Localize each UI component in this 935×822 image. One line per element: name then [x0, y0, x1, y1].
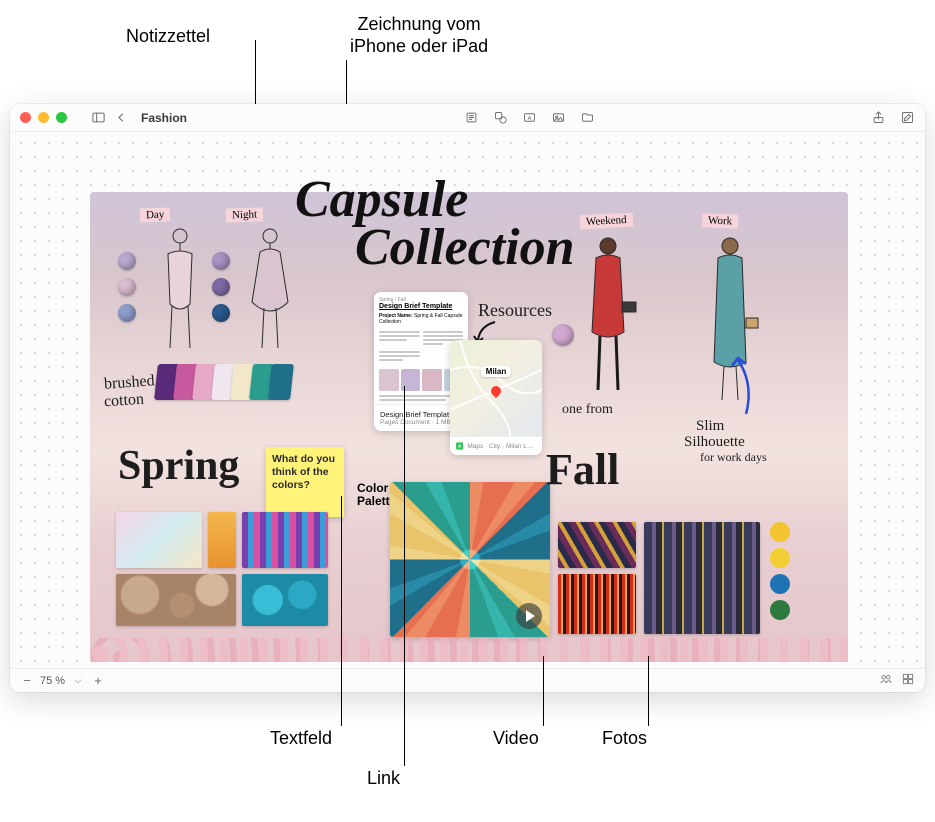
sketch-day — [150, 224, 210, 354]
handwriting: one from — [562, 402, 613, 418]
swatch-dot — [118, 304, 136, 322]
handwriting-fall: Fall — [546, 444, 619, 495]
palette-dot — [770, 574, 790, 594]
photo[interactable] — [242, 512, 328, 568]
swatch-dot — [552, 324, 574, 346]
play-icon[interactable] — [516, 603, 542, 629]
link-card-map[interactable]: Milan Maps · City · Milan Lom… — [450, 340, 542, 455]
minimize-button[interactable] — [38, 112, 49, 123]
callout-video-label: Video — [493, 728, 539, 750]
callouts-bottom: Textfeld Link Video Fotos — [0, 692, 935, 822]
zoom-in-button[interactable]: + — [91, 673, 105, 688]
callout-link-label: Link — [367, 768, 400, 790]
callout-line — [341, 496, 342, 726]
zoom-level[interactable]: 75 % — [40, 675, 65, 687]
handwriting-brushed: brushed — [103, 372, 155, 393]
callout-photos-label: Fotos — [602, 728, 647, 750]
zoom-menu-chevron-icon[interactable]: ⌵ — [71, 675, 85, 686]
palette-dot — [770, 522, 790, 542]
collaboration-icon[interactable] — [879, 672, 893, 689]
insert-note-icon[interactable] — [464, 110, 479, 125]
fullscreen-button[interactable] — [56, 112, 67, 123]
app-window: Fashion A — [10, 104, 925, 692]
map-preview: Milan — [450, 340, 542, 436]
svg-text:Collection: Collection — [355, 219, 575, 276]
window-controls — [20, 112, 67, 123]
back-button[interactable] — [114, 110, 129, 125]
video[interactable] — [390, 482, 550, 637]
tag-night: Night — [226, 207, 264, 222]
map-subtitle: Maps · City · Milan Lom… — [467, 443, 536, 450]
callout-line — [404, 386, 405, 766]
insert-file-icon[interactable] — [580, 110, 595, 125]
callout-sticky-label: Notizzettel — [126, 26, 210, 48]
doc-title: Design Brief Template — [379, 303, 463, 310]
insert-shape-icon[interactable] — [493, 110, 508, 125]
sidebar-toggle-icon[interactable] — [91, 110, 106, 125]
handwriting-cotton: cotton — [103, 391, 144, 412]
titlebar: Fashion A — [10, 104, 925, 132]
callout-textfield-label: Textfeld — [270, 728, 332, 750]
zoom-control: − 75 % ⌵ + — [20, 673, 105, 688]
compose-icon[interactable] — [900, 110, 915, 125]
tag-day: Day — [140, 207, 171, 222]
photo[interactable] — [242, 574, 328, 626]
swatch-dot — [118, 252, 136, 270]
maps-app-icon — [456, 442, 463, 450]
sketch-weekend — [570, 232, 648, 402]
sketch-night — [240, 224, 300, 354]
callout-line — [648, 656, 649, 726]
fabric-swatches — [156, 364, 289, 400]
tag-weekend: Weekend — [580, 213, 633, 230]
swatch-dot — [212, 278, 230, 296]
insert-text-icon[interactable]: A — [522, 110, 537, 125]
zoom-out-button[interactable]: − — [20, 673, 34, 688]
handwriting: Silhouette — [684, 434, 745, 451]
photo[interactable] — [558, 522, 636, 568]
share-icon[interactable] — [871, 110, 886, 125]
color-palette — [770, 522, 790, 620]
photo[interactable] — [208, 512, 236, 568]
callouts-top: Notizzettel Zeichnung vom iPhone oder iP… — [0, 0, 935, 104]
insert-media-icon[interactable] — [551, 110, 566, 125]
close-button[interactable] — [20, 112, 31, 123]
callout-drawing-label: Zeichnung vom iPhone oder iPad — [350, 14, 488, 57]
callout-line — [543, 656, 544, 726]
handwriting: Slim — [696, 418, 724, 435]
tag-work: Work — [702, 213, 739, 228]
grid-view-icon[interactable] — [901, 672, 915, 689]
sticky-note[interactable]: What do you think of the colors? — [266, 447, 344, 517]
status-bar: − 75 % ⌵ + — [10, 668, 925, 692]
arrow-icon — [716, 354, 766, 424]
swatch-dot — [212, 252, 230, 270]
board-title: Fashion — [141, 111, 187, 125]
photo[interactable] — [116, 574, 236, 626]
photo[interactable] — [116, 512, 202, 568]
insert-toolbar: A — [464, 110, 595, 125]
palette-dot — [770, 600, 790, 620]
handwriting: for work days — [700, 450, 767, 465]
handwriting-title: Capsule Collection — [285, 164, 585, 284]
mood-board[interactable]: Capsule Collection Day Night — [90, 192, 848, 662]
photo[interactable] — [558, 574, 636, 634]
swatch-dot — [212, 304, 230, 322]
svg-text:A: A — [527, 116, 531, 122]
canvas[interactable]: Capsule Collection Day Night — [10, 132, 925, 668]
palette-dot — [770, 548, 790, 568]
sticky-note-text: What do you think of the colors? — [272, 453, 335, 491]
swatch-dot — [118, 278, 136, 296]
svg-text:Capsule: Capsule — [295, 171, 468, 228]
photo[interactable] — [644, 522, 760, 634]
map-pin-label: Milan — [481, 366, 511, 377]
handwriting-spring: Spring — [118, 442, 239, 490]
